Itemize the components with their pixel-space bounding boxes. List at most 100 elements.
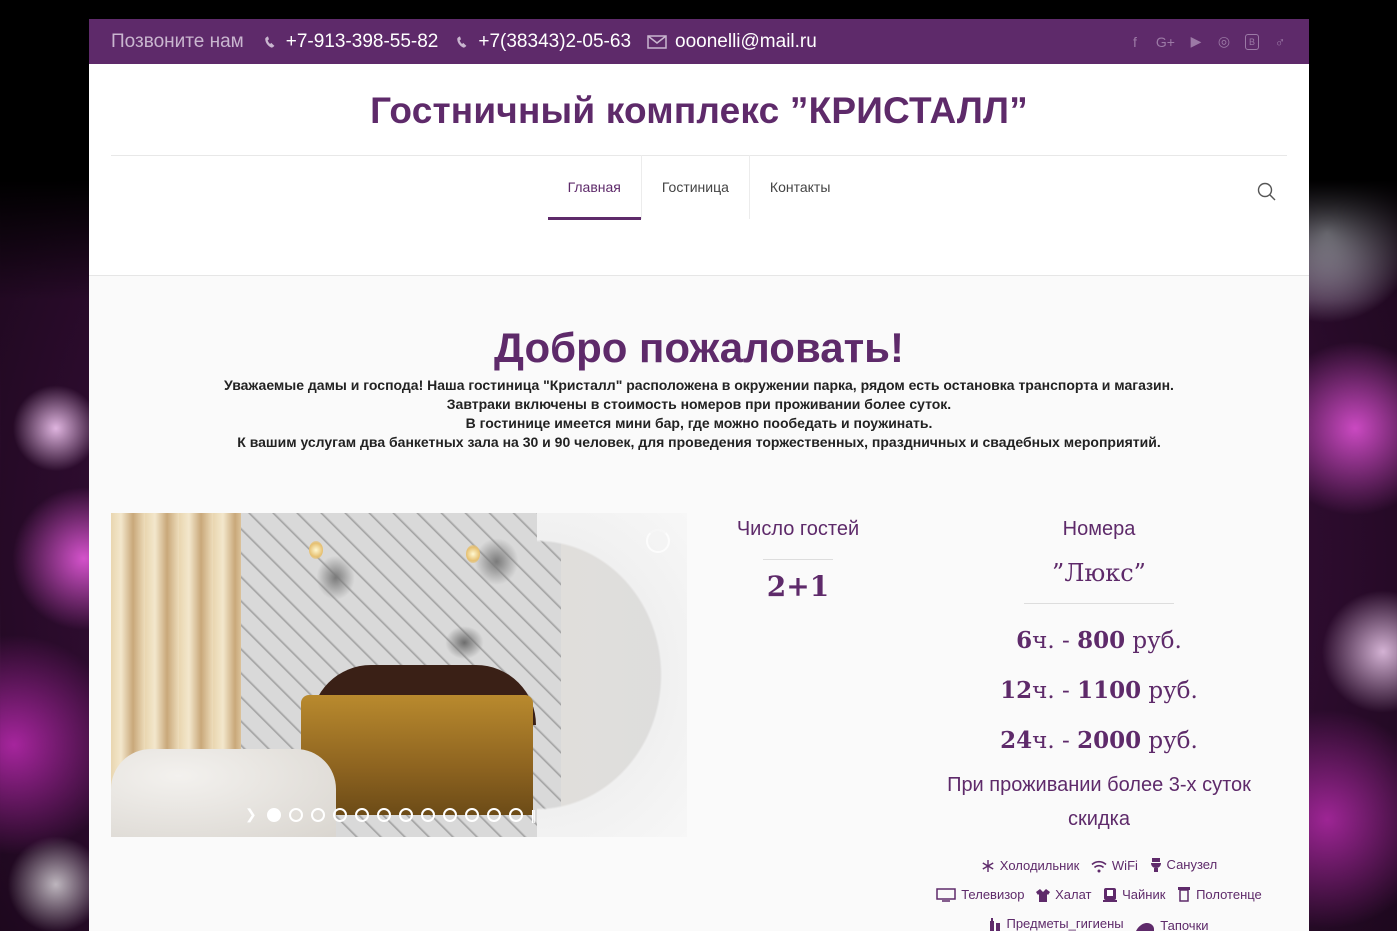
intro-line: Уважаемые дамы и господа! Наша гостиница… (224, 377, 1174, 393)
pause-icon[interactable]: || (531, 807, 536, 823)
slider-dot[interactable] (332, 807, 347, 822)
amenity-label: WiFi (1111, 858, 1138, 873)
slider-dot[interactable] (266, 807, 281, 822)
phone-number-2: +7(38343)2-05-63 (478, 30, 632, 52)
snowflake-icon (982, 859, 994, 872)
envelope-icon (647, 34, 667, 49)
amenity-item: Предметы_гигиены (989, 911, 1124, 931)
price-suffix: ч. - (1032, 728, 1070, 754)
social-links: f G+ ▶ ◎ B ♂ (1128, 33, 1287, 50)
odnoklassniki-icon[interactable]: ♂ (1273, 34, 1287, 50)
wifi-icon (1091, 860, 1107, 872)
price-amount: 800 (1077, 627, 1126, 654)
amenity-item: Полотенце (1177, 882, 1262, 908)
call-us-label: Позвоните нам (111, 30, 244, 52)
amenity-item: Телевизор (936, 882, 1025, 908)
youtube-icon[interactable]: ▶ (1189, 33, 1203, 50)
wall-lamp (466, 545, 480, 563)
amenity-label: Полотенце (1196, 886, 1262, 902)
guests-divider (763, 559, 833, 560)
price-row: 6ч. - 800 руб. (929, 616, 1269, 666)
discount-note: При проживании более 3-х суток скидка (947, 774, 1251, 830)
arch-right (537, 513, 687, 837)
slippers-icon (1136, 922, 1155, 931)
main-content: Добро пожаловать! Уважаемые дамы и госпо… (89, 276, 1309, 931)
amenity-item: Санузел (1150, 852, 1218, 878)
slider-dot[interactable] (420, 807, 435, 822)
slider-dot[interactable] (354, 807, 369, 822)
price-hours: 6 (1016, 627, 1033, 654)
instagram-icon[interactable]: ◎ (1217, 33, 1231, 50)
google-plus-icon[interactable]: G+ (1156, 34, 1175, 50)
kettle-icon (1103, 888, 1118, 902)
phone-icon (264, 35, 275, 48)
rooms-label: Номера (1062, 518, 1136, 540)
amenity-item: WiFi (1091, 853, 1138, 879)
price-suffix: ч. - (1032, 678, 1070, 704)
site-header: Гостничный комплекс ”КРИСТАЛЛ” Главная Г… (89, 64, 1309, 276)
amenity-item: Чайник (1103, 882, 1165, 908)
facebook-icon[interactable]: f (1128, 34, 1142, 50)
nav-item-home[interactable]: Главная (547, 155, 642, 220)
price-row: 12ч. - 1100 руб. (929, 666, 1269, 716)
price-currency: руб. (1148, 678, 1198, 704)
amenity-label: Холодильник (999, 857, 1080, 873)
slider-dot[interactable] (310, 807, 325, 822)
slider-dot[interactable] (486, 807, 501, 822)
welcome-heading: Добро пожаловать! (494, 324, 904, 371)
price-currency: руб. (1132, 628, 1182, 654)
site-title[interactable]: Гостничный комплекс ”КРИСТАЛЛ” (89, 64, 1309, 132)
amenity-label: Тапочки (1160, 917, 1209, 931)
amenity-label: Санузел (1166, 857, 1218, 872)
nav-item-contacts[interactable]: Контакты (750, 155, 850, 219)
amenity-item: Холодильник (981, 853, 1079, 879)
price-row: 24ч. - 2000 руб. (929, 716, 1269, 766)
guests-value: 2+1 (766, 570, 830, 603)
slider-dot[interactable] (464, 807, 479, 822)
amenities-list: Холодильник WiFi Санузел Телевизор Халат… (909, 852, 1289, 931)
room-photo-slider[interactable]: ❯ || (111, 513, 687, 837)
price-hours: 24 (1000, 727, 1033, 754)
play-icon[interactable]: ❯ (245, 806, 257, 823)
intro-line: Завтраки включены в стоимость номеров пр… (446, 396, 952, 412)
amenity-item: Тапочки (1135, 913, 1209, 931)
slider-controls: ❯ || (245, 806, 536, 823)
toilet-icon (1150, 857, 1161, 872)
guests-block: Число гостей 2+1 (733, 518, 863, 603)
phone-number-1: +7-913-398-55-82 (285, 30, 439, 52)
vk-icon[interactable]: B (1245, 33, 1259, 50)
amenity-label: Халат (1055, 887, 1092, 902)
slider-dot[interactable] (442, 807, 457, 822)
slider-dot[interactable] (288, 807, 303, 822)
towel-icon (1178, 887, 1191, 902)
intro-line: В гостинице имеется мини бар, где можно … (465, 415, 933, 431)
amenity-label: Предметы_гигиены (1006, 916, 1124, 931)
search-icon[interactable] (1257, 182, 1277, 202)
phone-link-1[interactable]: +7-913-398-55-82 (262, 30, 439, 53)
phone-icon (457, 35, 467, 48)
price-amount: 1100 (1077, 677, 1142, 704)
price-amount: 2000 (1077, 727, 1142, 754)
rooms-block: Номера ”Люкс” 6ч. - 800 руб. 12ч. - 1100… (929, 518, 1269, 836)
slider-dot[interactable] (508, 807, 523, 822)
email-address: ooonelli@mail.ru (675, 30, 817, 52)
price-suffix: ч. - (1032, 628, 1070, 654)
guests-label: Число гостей (736, 518, 860, 540)
top-bar: Позвоните нам +7-913-398-55-82 +7(38343)… (89, 19, 1309, 64)
price-currency: руб. (1148, 728, 1198, 754)
amenity-label: Чайник (1122, 886, 1166, 902)
main-nav: Главная Гостиница Контакты (89, 155, 1309, 220)
slider-dot[interactable] (398, 807, 413, 822)
intro-line: К вашим услугам два банкетных зала на 30… (237, 434, 1161, 450)
price-hours: 12 (1000, 677, 1033, 704)
amenity-label: Телевизор (961, 887, 1025, 902)
sofa (111, 749, 336, 837)
hygiene-icon (990, 917, 1001, 931)
nav-item-hotel[interactable]: Гостиница (642, 155, 750, 219)
email-link[interactable]: ooonelli@mail.ru (647, 31, 817, 53)
wall-lamp (309, 541, 323, 559)
loading-spinner-icon (646, 529, 670, 553)
slider-dot[interactable] (376, 807, 391, 822)
phone-link-2[interactable]: +7(38343)2-05-63 (454, 31, 631, 53)
page-container: Позвоните нам +7-913-398-55-82 +7(38343)… (89, 19, 1309, 931)
